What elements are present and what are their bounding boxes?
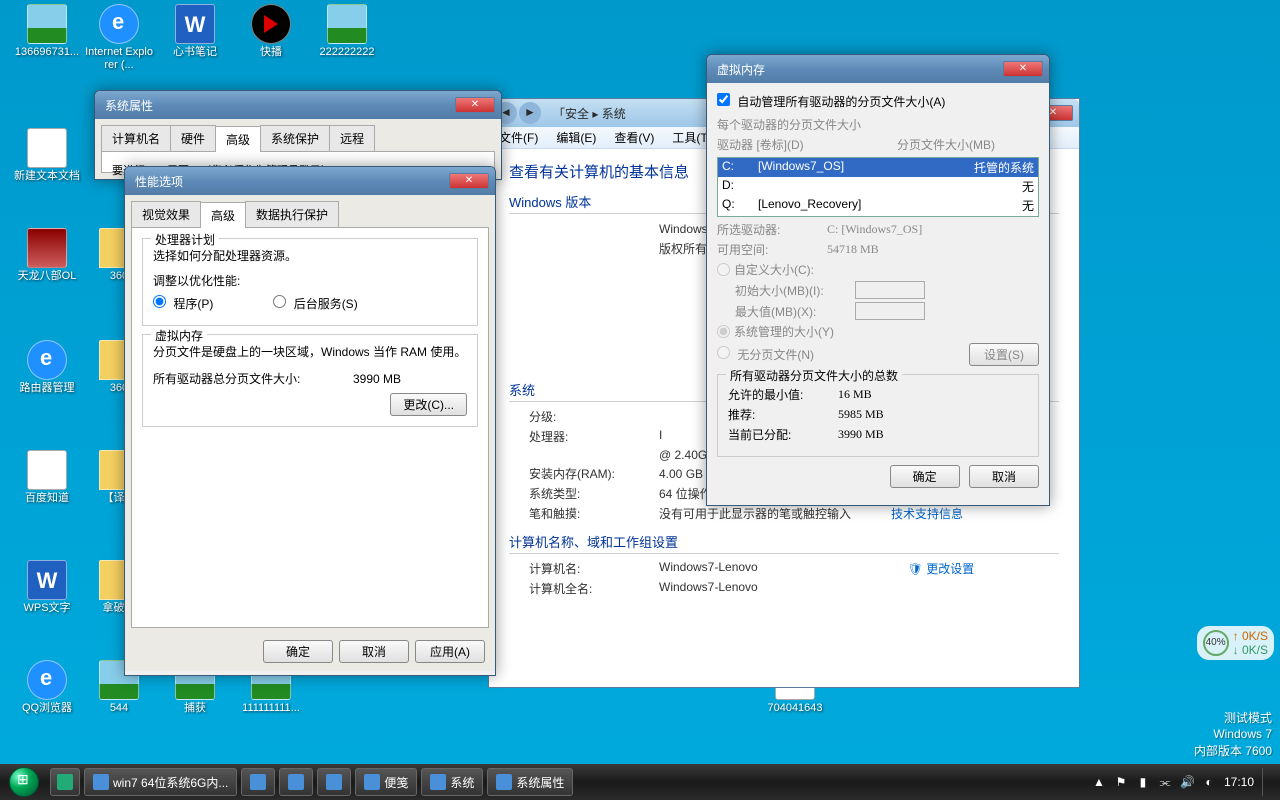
ie-icon [27, 340, 67, 380]
drives-listbox[interactable]: C:[Windows7_OS]托管的系统D:无Q:[Lenovo_Recover… [717, 157, 1039, 217]
battery-icon[interactable]: ▮ [1136, 775, 1150, 789]
bgservices-radio[interactable]: 后台服务(S) [273, 295, 357, 312]
tray-extra-icon[interactable]: ◐ [1202, 775, 1216, 789]
menu-item[interactable]: 编辑(E) [556, 129, 596, 146]
qbo-icon [251, 4, 291, 44]
desktop-icon[interactable]: 新建文本文档 [12, 128, 82, 183]
taskbar[interactable]: win7 64位系统6G内... 便笺系统系统属性 ▲ ⚑ ▮ ⫘ 🔊 ◐ 17:… [0, 764, 1280, 800]
desktop-icon[interactable]: QQ浏览器 [12, 660, 82, 715]
cancel-button[interactable]: 取消 [969, 465, 1039, 488]
img-icon [327, 4, 367, 44]
show-desktop-button[interactable] [1262, 768, 1272, 796]
start-button[interactable] [0, 764, 48, 800]
taskbar-item[interactable]: 系统 [421, 768, 483, 796]
network-icon[interactable]: ⫘ [1158, 775, 1172, 789]
desktop-icon[interactable]: 路由器管理 [12, 340, 82, 395]
taskbar-item[interactable] [317, 768, 351, 796]
vmem-total-value: 3990 MB [353, 372, 401, 386]
taskbar-item[interactable]: 系统属性 [487, 768, 573, 796]
desktop: 1366967​31...Internet Explorer (...W心书笔记… [0, 0, 1280, 800]
tabs: 计算机名硬件高级系统保护远程 [101, 125, 495, 152]
change-button[interactable]: 更改(C)... [390, 393, 467, 416]
pinned-app[interactable] [50, 768, 80, 796]
tab-硬件[interactable]: 硬件 [170, 125, 216, 151]
set-button: 设置(S) [969, 343, 1039, 366]
tab-计算机名[interactable]: 计算机名 [101, 125, 171, 151]
game-icon [27, 228, 67, 268]
system-tray[interactable]: ▲ ⚑ ▮ ⫘ 🔊 ◐ 17:10 [1092, 768, 1280, 796]
desktop-icon[interactable]: 百度知道 [12, 450, 82, 505]
desktop-icon[interactable]: 222222222 [312, 4, 382, 59]
ok-button[interactable]: 确定 [263, 640, 333, 663]
virtual-memory-dialog: 虚拟内存 ✕ 自动管理所有驱动器的分页文件大小(A) 每个驱动器的分页文件大小 … [706, 54, 1050, 506]
ie-icon [27, 660, 67, 700]
close-button[interactable]: ✕ [449, 173, 489, 189]
max-size-input [855, 302, 925, 320]
nav-fwd-icon[interactable]: ► [519, 102, 541, 124]
system-managed-radio: 系统管理的大小(Y) [717, 323, 1039, 340]
apply-button[interactable]: 应用(A) [415, 640, 485, 663]
programs-radio[interactable]: 程序(P) [153, 295, 213, 312]
menu-item[interactable]: 文件(F) [499, 129, 538, 146]
ie-icon [99, 4, 139, 44]
dialog-title: 虚拟内存 [713, 61, 1003, 78]
wps-icon: W [27, 560, 67, 600]
txt-icon [27, 128, 67, 168]
desktop-icon[interactable]: 1366967​31... [12, 4, 82, 59]
img-icon [27, 4, 67, 44]
desktop-icon[interactable]: 天龙八部OL [12, 228, 82, 283]
close-button[interactable]: ✕ [455, 97, 495, 113]
taskbar-item[interactable]: win7 64位系统6G内... [84, 768, 237, 796]
desktop-icon[interactable]: WWPS文字 [12, 560, 82, 615]
wps-icon: W [175, 4, 215, 44]
dialog-title: 系统属性 [101, 97, 455, 114]
change-settings-link[interactable]: 🛡 更改设置 [908, 560, 975, 577]
group-label: 虚拟内存 [151, 327, 207, 344]
custom-size-radio: 自定义大小(C): [717, 261, 1039, 278]
desktop-icon[interactable]: W心书笔记 [160, 4, 230, 59]
group-label: 处理器计划 [151, 231, 219, 248]
drive-row[interactable]: Q:[Lenovo_Recovery]无 [718, 196, 1038, 215]
menu-item[interactable]: 查看(V) [614, 129, 654, 146]
section-header: 计算机名称、域和工作组设置 [509, 532, 1059, 554]
ok-button[interactable]: 确定 [890, 465, 960, 488]
close-button[interactable]: ✕ [1003, 61, 1043, 77]
volume-icon[interactable]: 🔊 [1180, 775, 1194, 789]
flag-icon[interactable]: ⚑ [1114, 775, 1128, 789]
initial-size-input [855, 281, 925, 299]
network-monitor[interactable]: 40% ↑ 0K/S ↓ 0K/S [1197, 626, 1274, 660]
drive-row[interactable]: C:[Windows7_OS]托管的系统 [718, 158, 1038, 177]
desktop-icon[interactable]: Internet Explorer (... [84, 4, 154, 72]
desktop-icon[interactable]: 快播 [236, 4, 306, 59]
tab-高级[interactable]: 高级 [200, 202, 246, 228]
clock[interactable]: 17:10 [1224, 775, 1254, 789]
support-link[interactable]: 技术支持信息 [891, 505, 963, 522]
tab-高级[interactable]: 高级 [215, 126, 261, 152]
txt-icon [27, 450, 67, 490]
tab-视觉效果[interactable]: 视觉效果 [131, 201, 201, 227]
watermark: 测试模式Windows 7内部版本 7600 [1194, 710, 1272, 760]
auto-manage-checkbox[interactable]: 自动管理所有驱动器的分页文件大小(A) [717, 95, 945, 109]
no-paging-radio: 无分页文件(N) [717, 346, 814, 363]
taskbar-item[interactable] [279, 768, 313, 796]
tray-up-icon[interactable]: ▲ [1092, 775, 1106, 789]
performance-options-dialog: 性能选项 ✕ 视觉效果高级数据执行保护 处理器计划 选择如何分配处理器资源。 调… [124, 166, 496, 676]
cancel-button[interactable]: 取消 [339, 640, 409, 663]
taskbar-item[interactable] [241, 768, 275, 796]
dialog-title: 性能选项 [131, 173, 449, 190]
tab-数据执行保护[interactable]: 数据执行保护 [245, 201, 339, 227]
taskbar-item[interactable]: 便笺 [355, 768, 417, 796]
drive-row[interactable]: D:无 [718, 177, 1038, 196]
tab-远程[interactable]: 远程 [329, 125, 375, 151]
tab-系统保护[interactable]: 系统保护 [260, 125, 330, 151]
